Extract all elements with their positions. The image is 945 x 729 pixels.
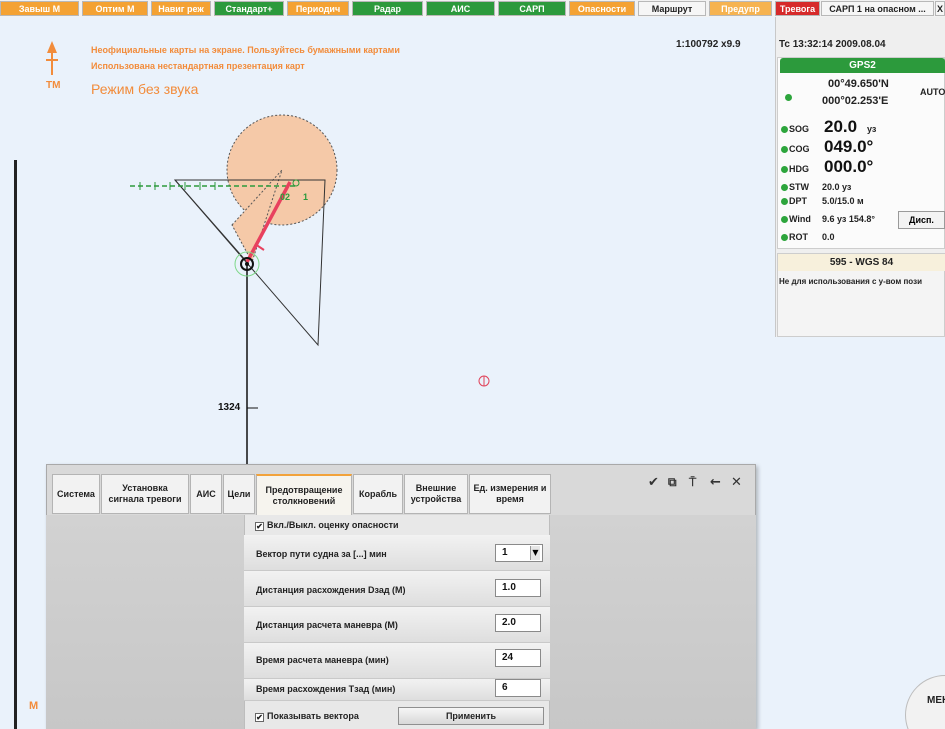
checkbox-checked-icon[interactable]: ✔ — [255, 522, 264, 531]
gps-status-icon — [785, 94, 792, 101]
tab-ship[interactable]: Корабль — [353, 474, 403, 514]
sog-unit: уз — [867, 124, 877, 134]
tcpa-time-input[interactable]: 6 — [495, 679, 541, 697]
maneuver-distance-input[interactable]: 2.0 — [495, 614, 541, 632]
menu-button-label: МЕН — [927, 695, 945, 706]
dpt-label: DPT — [789, 196, 807, 206]
gps-source-button[interactable]: GPS2 — [780, 58, 945, 73]
show-vectors-toggle[interactable]: ✔ Показывать вектора — [255, 711, 359, 722]
auto-label: AUTO — [920, 87, 945, 97]
silent-mode-label: Режим без звука — [91, 81, 199, 97]
wind-value: 9.6 уз 154.8° — [822, 214, 875, 224]
own-vector-label: Вектор пути судна за [...] мин — [256, 549, 387, 559]
sog-status-icon — [781, 126, 788, 133]
tab-alarm-setup[interactable]: Установка сигнала тревоги — [101, 474, 189, 514]
back-arrow-icon[interactable]: ← — [710, 475, 721, 490]
wind-status-icon — [781, 216, 788, 223]
north-arrow-icon[interactable] — [46, 41, 58, 75]
apply-button[interactable]: Применить — [398, 707, 544, 725]
cog-status-icon — [781, 146, 788, 153]
unofficial-charts-notice: Неофициальные карты на экране. Пользуйте… — [91, 45, 400, 55]
maneuver-time-label: Время расчета маневра (мин) — [256, 655, 389, 665]
depth-label: 1324 — [218, 402, 241, 413]
dropdown-arrow-icon[interactable]: ▼ — [530, 546, 540, 560]
latitude-value: 00°49.650'N — [828, 78, 889, 90]
hdg-value: 000.0° — [824, 157, 874, 176]
rot-value: 0.0 — [822, 232, 835, 242]
hdg-label: HDG — [789, 164, 809, 174]
tab-external-devices[interactable]: Внешние устройства — [404, 474, 468, 514]
chart-scale[interactable]: 1:100792 x9.9 — [676, 39, 741, 50]
corner-m-label: M — [29, 700, 39, 712]
assessment-toggle[interactable]: ✔ Вкл./Выкл. оценку опасности — [255, 520, 399, 531]
assessment-toggle-label: Вкл./Выкл. оценку опасности — [267, 520, 399, 530]
tab-targets[interactable]: Цели — [223, 474, 255, 514]
longitude-value: 000°02.253'E — [822, 95, 889, 107]
anchor-icon[interactable] — [478, 375, 490, 387]
tab-system[interactable]: Система — [52, 474, 100, 514]
cog-label: COG — [789, 144, 810, 154]
tab-ais[interactable]: АИС — [190, 474, 222, 514]
display-button[interactable]: Дисп. — [898, 211, 945, 229]
sog-value: 20.0 — [824, 117, 858, 136]
ecdis-screen: Завыш М Оптим М Навиг реж Стандарт+ Пери… — [0, 0, 945, 729]
cog-value: 049.0° — [824, 137, 874, 156]
stw-value: 20.0 уз — [822, 182, 852, 192]
dpt-status-icon — [781, 198, 788, 205]
dock-icon[interactable]: ⍑ — [689, 475, 696, 490]
wind-label: Wind — [789, 214, 811, 224]
stw-status-icon — [781, 184, 788, 191]
tcpa-time-label: Время расхождения Тзад (мин) — [256, 684, 396, 694]
non-standard-presentation-notice: Использована нестандартная презентация к… — [91, 61, 305, 71]
close-icon[interactable]: ✕ — [731, 475, 742, 490]
datum-title[interactable]: 595 - WGS 84 — [778, 254, 945, 271]
true-motion-label: TM — [46, 80, 61, 91]
datum-note: Не для использования с у-вом пози — [779, 277, 922, 286]
stw-label: STW — [789, 182, 809, 192]
checkbox-checked-icon[interactable]: ✔ — [255, 713, 264, 722]
show-vectors-label: Показывать вектора — [267, 711, 359, 721]
pin-tool-icon[interactable]: ✔ — [648, 475, 659, 490]
tab-collision-avoidance[interactable]: Предотвращение столкновений — [256, 474, 352, 516]
cpa-distance-label: Дистанция расхождения Dзад (М) — [256, 585, 406, 595]
time-readout: Tc 13:32:14 2009.08.04 — [779, 39, 886, 50]
maneuver-time-input[interactable]: 24 — [495, 649, 541, 667]
target-id-label: 02 — [280, 192, 291, 202]
sog-label: SOG — [789, 124, 810, 134]
cpa-distance-input[interactable]: 1.0 — [495, 579, 541, 597]
dpt-value: 5.0/15.0 м — [822, 196, 864, 206]
target-number-label: 1 — [303, 192, 309, 202]
hdg-status-icon — [781, 166, 788, 173]
restore-window-icon[interactable]: ⧉ — [668, 475, 677, 490]
maneuver-distance-label: Дистанция расчета маневра (М) — [256, 620, 398, 630]
rot-label: ROT — [789, 232, 808, 242]
tab-units-time[interactable]: Ед. измерения и время — [469, 474, 551, 514]
rot-status-icon — [781, 234, 788, 241]
